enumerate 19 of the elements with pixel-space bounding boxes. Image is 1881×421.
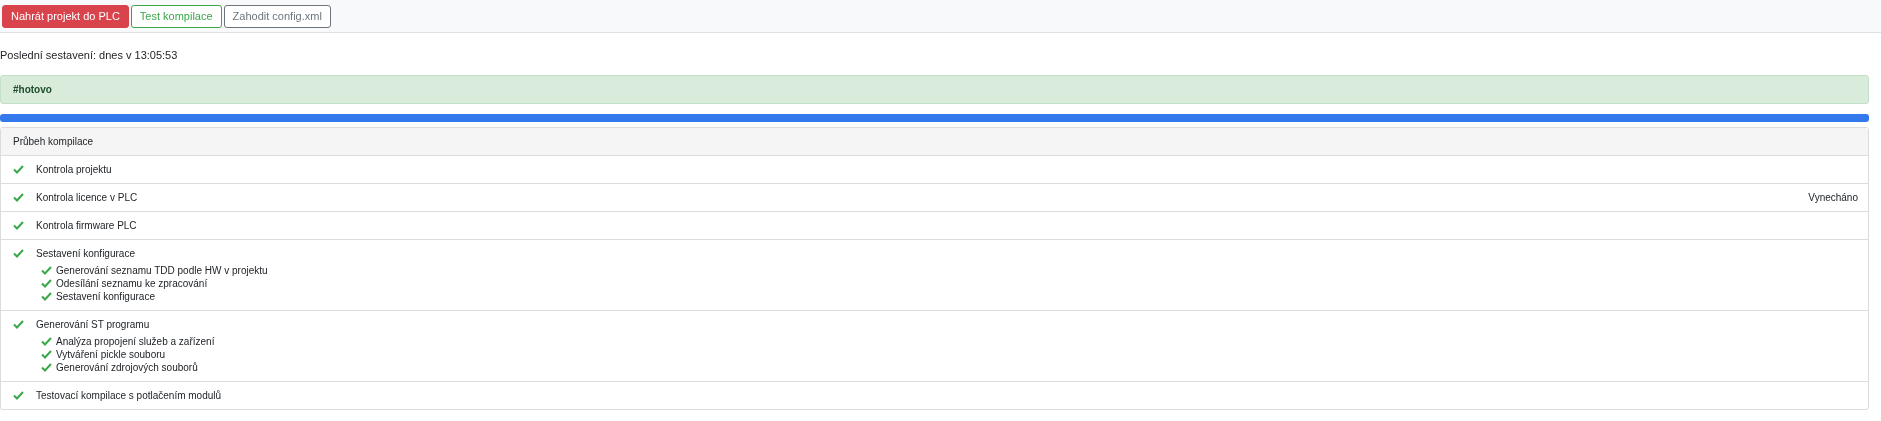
last-build-text: Poslední sestavení: dnes v 13:05:53 <box>0 48 179 62</box>
toolbar-button[interactable]: Test kompilace <box>130 4 222 28</box>
toolbar-button[interactable]: Zahodit config.xml <box>223 4 331 28</box>
substep-label: Vytváření pickle souboru <box>56 348 166 362</box>
status-alert: #hotovo <box>0 75 1869 104</box>
substep-label: Odesílání seznamu ke zpracování <box>56 277 208 291</box>
step-label: Kontrola projektu <box>36 163 112 177</box>
substep-label: Generování zdrojových souborů <box>56 361 198 375</box>
step-label: Testovací kompilace s potlačením modulů <box>36 389 222 403</box>
panel-header: Průbeh kompilace <box>1 128 1868 156</box>
step-label: Sestavení konfigurace <box>36 247 135 261</box>
substep-label: Analýza propojení služeb a zařízení <box>56 335 215 349</box>
step-note: Vynecháno <box>1808 191 1858 205</box>
substep-label: Sestavení konfigurace <box>56 290 155 304</box>
step-label: Kontrola licence v PLC <box>36 191 138 205</box>
toolbar-button[interactable]: Nahrát projekt do PLC <box>2 4 129 28</box>
step-label: Generování ST programu <box>36 318 150 332</box>
substep-label: Generování seznamu TDD podle HW v projektu <box>56 264 268 278</box>
step-label: Kontrola firmware PLC <box>36 219 137 233</box>
